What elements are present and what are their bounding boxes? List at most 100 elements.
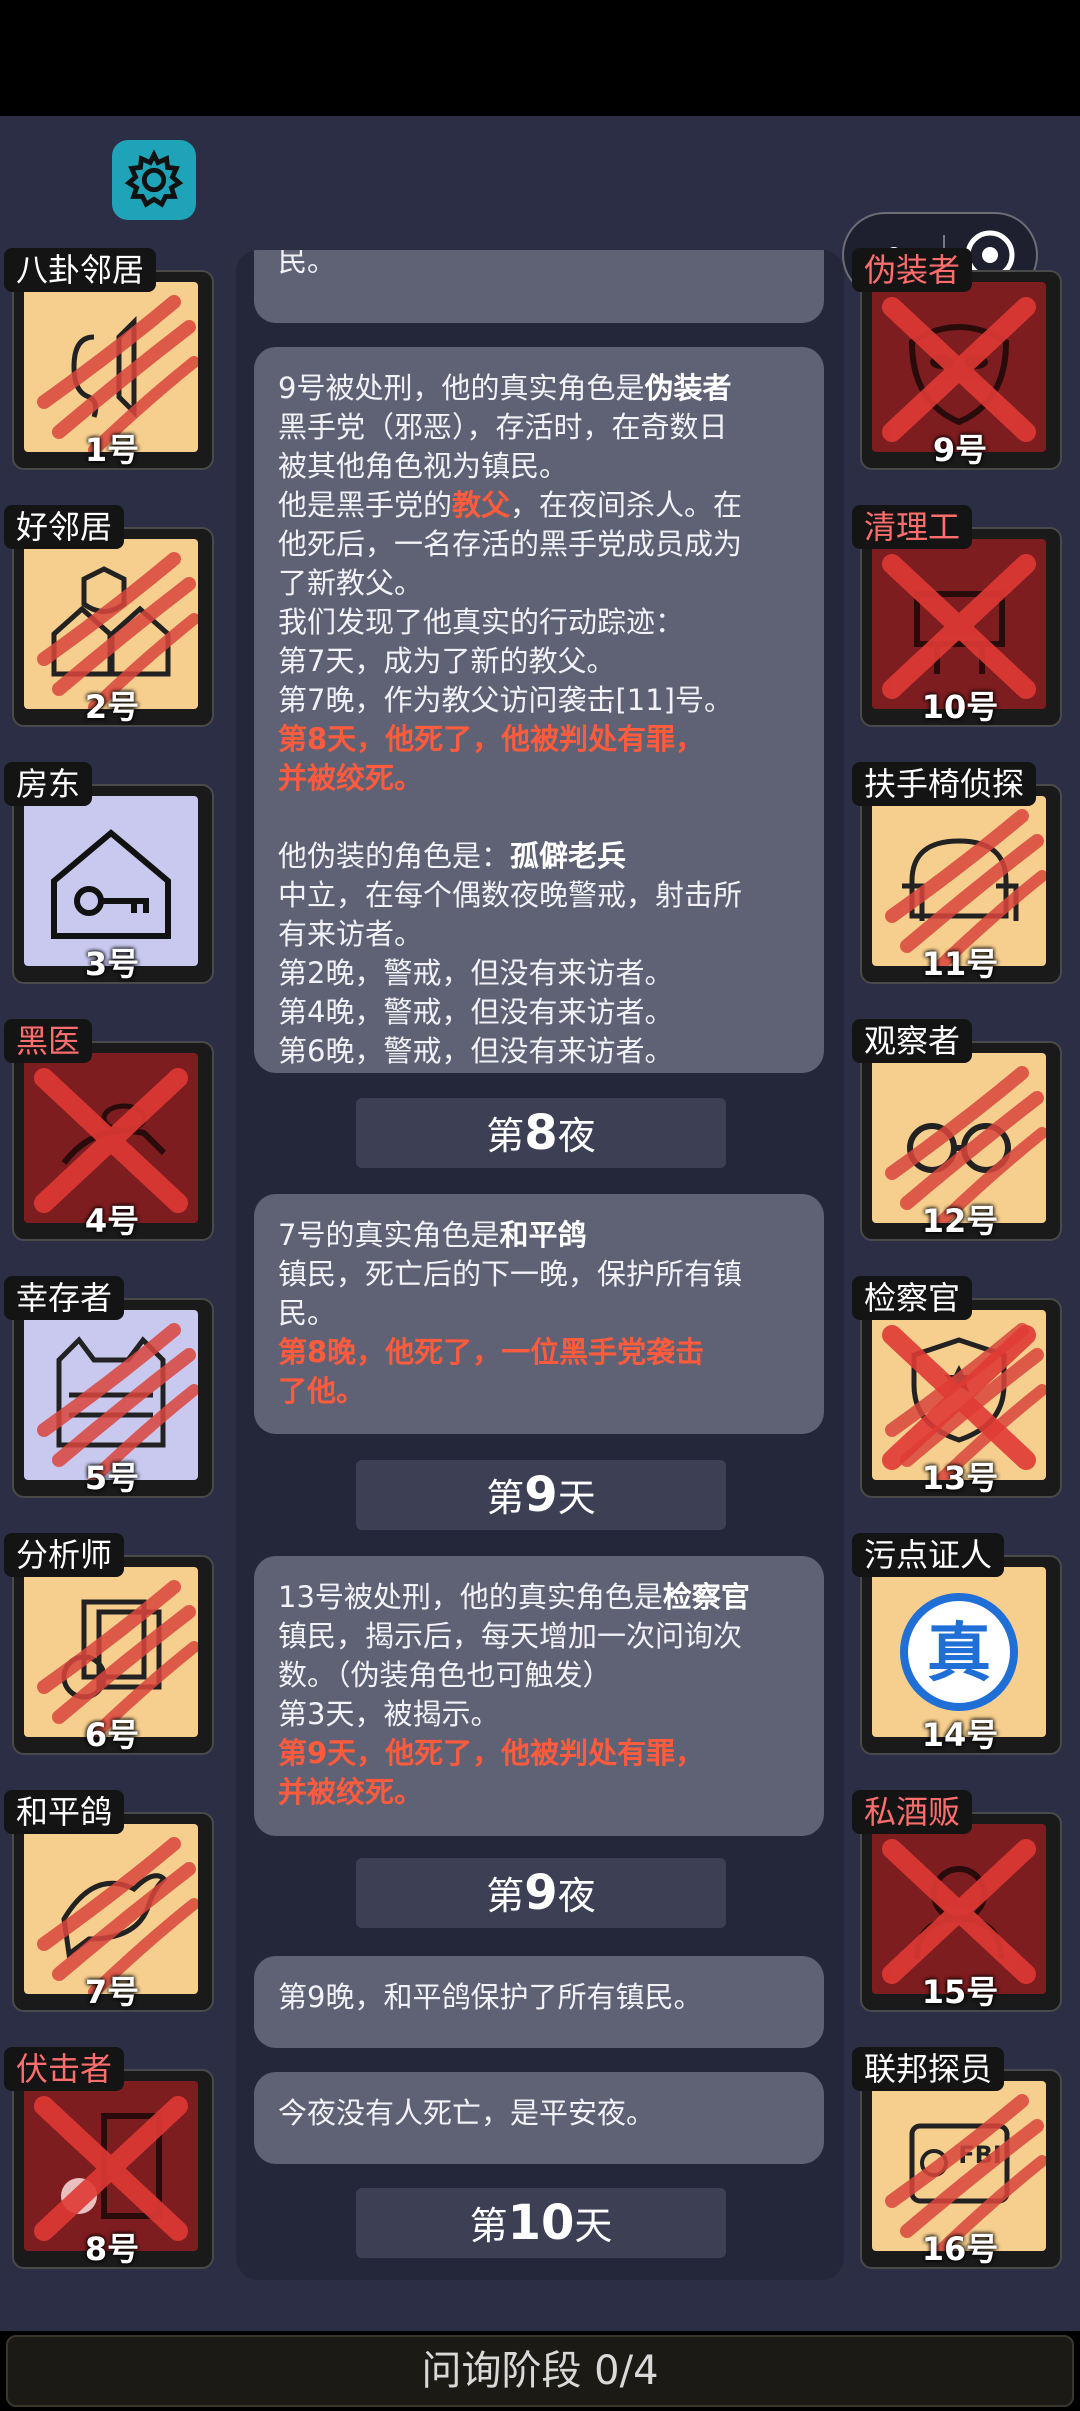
log-line: 他伪装的角色是：孤僻老兵 [278,837,800,876]
event-log-panel[interactable]: 民。 9号被处刑，他的真实角色是伪装者 黑手党（邪恶），存活时，在奇数日 被其他角色… [236,250,844,2280]
role-label: 联邦探员 [852,2047,1005,2091]
log-text: 13号被处刑，他的真实角色是 [278,1580,663,1614]
role-label: 伏击者 [4,2047,125,2091]
player-card[interactable]: 真 污点证人 14号 [850,1533,1070,1755]
log-line: 第2晚，警戒，但没有来访者。 [278,956,674,990]
log-message: 民。 [254,250,824,323]
phase-divider: 第10天 [356,2188,726,2258]
log-line: 第3天，被揭示。 [278,1697,500,1731]
player-card[interactable]: 清理工 10号 [850,505,1070,727]
player-card[interactable]: 观察者 12号 [850,1019,1070,1241]
role-name-text: 孤僻老兵 [510,839,627,873]
player-card[interactable]: 分析师 6号 [2,1533,222,1755]
claw-scratch-icon [37,1580,198,1737]
role-portrait: FBI [872,2081,1046,2251]
role-portrait [24,796,198,966]
player-card[interactable]: 检察官 13号 [850,1276,1070,1498]
player-number: 13号 [921,1459,999,1497]
log-line: 第4晚，警戒，但没有来访者。 [278,995,674,1029]
phase-divider: 第9夜 [356,1858,726,1928]
claw-scratch-icon [885,809,1046,966]
dead-x-icon [34,2096,188,2241]
role-label: 好邻居 [4,505,125,549]
player-card[interactable]: 和平鸽 7号 [2,1790,222,2012]
role-label: 检察官 [852,1276,973,1320]
player-number: 14号 [921,1716,999,1754]
player-number: 3号 [84,945,140,983]
role-label: 清理工 [852,505,973,549]
highlight-text: 教父 [452,488,511,522]
log-line: 第8天，他死了，他被判处有罪， [278,722,705,756]
log-text: 他是黑手党的 [278,488,453,522]
truth-seal-icon: 真 [900,1593,1018,1711]
role-label: 房东 [4,762,93,806]
player-number: 6号 [84,1716,140,1754]
log-message: 7号的真实角色是和平鸽 镇民，死亡后的下一晚，保护所有镇 民。 第8晚，他死了，一位黑… [254,1194,824,1434]
log-line: 民。 [278,250,337,278]
role-portrait [872,1053,1046,1223]
bottom-bar: 问询阶段 0/4 [0,2331,1080,2411]
player-card[interactable]: 幸存者 5号 [2,1276,222,1498]
log-line: 有来访者。 [278,917,424,951]
claw-scratch-icon [37,552,198,709]
truth-seal-text: 真 [927,1617,991,1691]
player-card[interactable]: 房东 3号 [2,762,222,984]
log-line: 他死后，一名存活的黑手党成员成为 [278,527,743,561]
player-card[interactable]: 伏击者 8号 [2,2047,222,2269]
role-portrait [24,1053,198,1223]
player-card[interactable]: 好邻居 2号 [2,505,222,727]
log-message: 今夜没有人死亡，是平安夜。 [254,2072,824,2164]
claw-scratch-icon [37,1323,198,1480]
role-portrait [24,1567,198,1737]
role-portrait [24,539,198,709]
log-line: 第6晚，警戒，但没有来访者。 [278,1034,674,1068]
role-name-text: 伪装者 [644,371,732,405]
role-portrait [24,282,198,452]
role-label: 和平鸽 [4,1790,125,1834]
log-text: 他伪装的角色是： [278,839,511,873]
player-card[interactable]: 黑医 4号 [2,1019,222,1241]
role-portrait [872,282,1046,452]
log-line: 第9天，他死了，他被判处有罪， [278,1736,705,1770]
player-card[interactable]: 八卦邻居 1号 [2,248,222,470]
player-card[interactable]: 伪装者 9号 [850,248,1070,470]
phase-divider: 第9天 [356,1460,726,1530]
role-label: 扶手椅侦探 [852,762,1037,806]
role-label: 污点证人 [852,1533,1005,1577]
role-label: 观察者 [852,1019,973,1063]
dead-x-icon [882,1839,1036,1984]
claw-scratch-icon [37,295,198,452]
log-line: 第9晚，和平鸽保护了所有镇民。 [278,1980,703,2014]
player-card[interactable]: 私酒贩 15号 [850,1790,1070,2012]
claw-scratch-icon [885,2094,1046,2251]
player-card[interactable]: 扶手椅侦探 11号 [850,762,1070,984]
role-label: 私酒贩 [852,1790,973,1834]
dead-x-icon [34,1068,188,1213]
log-line: 中立，在每个偶数夜晚警戒，射击所 [278,878,743,912]
settings-button[interactable] [112,140,196,220]
log-line: 第8晚，他死了，一位黑手党袭击 [278,1335,705,1369]
log-line: 数。（伪装角色也可触发） [278,1658,612,1692]
log-line: 镇民，死亡后的下一晚，保护所有镇 [278,1257,743,1291]
player-number: 2号 [84,688,140,726]
player-card[interactable]: FBI 联邦探员 16号 [850,2047,1070,2269]
log-line: 并被绞死。 [278,1775,424,1809]
log-line: 第7晚，作为教父访问袭击[11]号。 [278,683,733,717]
log-line: 被其他角色视为镇民。 [278,449,569,483]
dead-x-icon [882,297,1036,442]
role-label: 黑医 [4,1019,93,1063]
log-text: 9号被处刑，他的真实角色是 [278,371,645,405]
log-line: 他是黑手党的教父，在夜间杀人。在 [278,486,800,525]
gear-icon [124,149,184,208]
inquiry-phase-button[interactable]: 问询阶段 0/4 [6,2335,1074,2407]
log-message: 9号被处刑，他的真实角色是伪装者 黑手党（邪恶），存活时，在奇数日 被其他角色视为镇… [254,347,824,1073]
role-label: 伪装者 [852,248,973,292]
role-label: 八卦邻居 [4,248,157,292]
player-number: 16号 [921,2230,999,2268]
status-bar [0,0,1080,116]
log-line: 第7天，成为了新的教父。 [278,644,616,678]
player-number: 11号 [921,945,999,983]
house-key-icon [51,829,171,939]
log-line: 并被绞死。 [278,761,424,795]
role-name-text: 和平鸽 [499,1218,587,1252]
